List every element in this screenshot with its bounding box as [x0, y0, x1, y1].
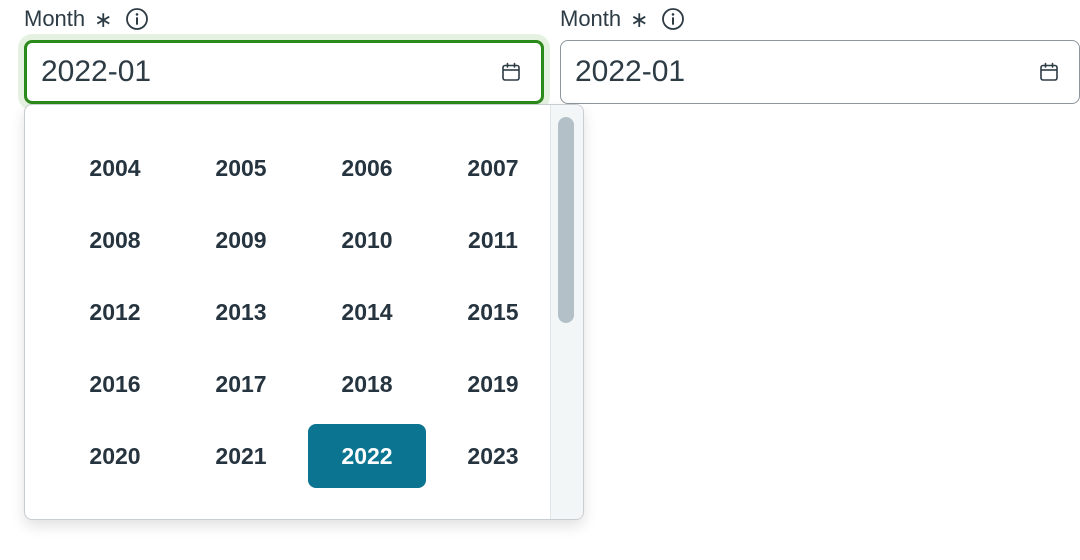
field-label-text: Month	[560, 6, 622, 31]
year-option[interactable]: 2014	[308, 280, 426, 344]
calendar-icon[interactable]	[1035, 58, 1063, 86]
year-option[interactable]: 2017	[182, 352, 300, 416]
year-grid: 2004 2005 2006 2007 2008 2009 2010 2011 2012 2013…	[25, 105, 551, 519]
year-option[interactable]: 2011	[434, 208, 552, 272]
year-option[interactable]: 2007	[434, 136, 552, 200]
year-option[interactable]: 2019	[434, 352, 552, 416]
year-option[interactable]: 2023	[434, 424, 552, 488]
year-option[interactable]: 2020	[56, 424, 174, 488]
year-option[interactable]: 2010	[308, 208, 426, 272]
year-option[interactable]: 2013	[182, 280, 300, 344]
year-option-selected[interactable]: 2022	[308, 424, 426, 488]
month-field-label-2: Month ∗	[560, 4, 685, 34]
year-option[interactable]: 2006	[308, 136, 426, 200]
month-field-label-1: Month ∗	[24, 4, 149, 34]
month-input-wrapper-2	[560, 40, 1080, 104]
required-asterisk: ∗	[630, 7, 649, 32]
year-option[interactable]: 2018	[308, 352, 426, 416]
year-picker-popup: 2004 2005 2006 2007 2008 2009 2010 2011 2012 2013…	[24, 104, 584, 520]
field-label-text: Month	[24, 6, 86, 31]
year-option[interactable]: 2016	[56, 352, 174, 416]
calendar-icon[interactable]	[497, 58, 525, 86]
scrollbar-thumb[interactable]	[558, 117, 574, 323]
year-option[interactable]: 2008	[56, 208, 174, 272]
month-input-1[interactable]	[27, 43, 497, 101]
scrollbar-track[interactable]	[550, 105, 583, 519]
year-option[interactable]: 2004	[56, 136, 174, 200]
year-option[interactable]: 2012	[56, 280, 174, 344]
required-asterisk: ∗	[94, 7, 113, 32]
year-option[interactable]: 2015	[434, 280, 552, 344]
month-input-2[interactable]	[561, 41, 1035, 103]
info-icon[interactable]	[125, 7, 149, 31]
year-option[interactable]: 2005	[182, 136, 300, 200]
year-option[interactable]: 2021	[182, 424, 300, 488]
info-icon[interactable]	[661, 7, 685, 31]
month-input-wrapper-1	[24, 40, 544, 104]
year-option[interactable]: 2009	[182, 208, 300, 272]
